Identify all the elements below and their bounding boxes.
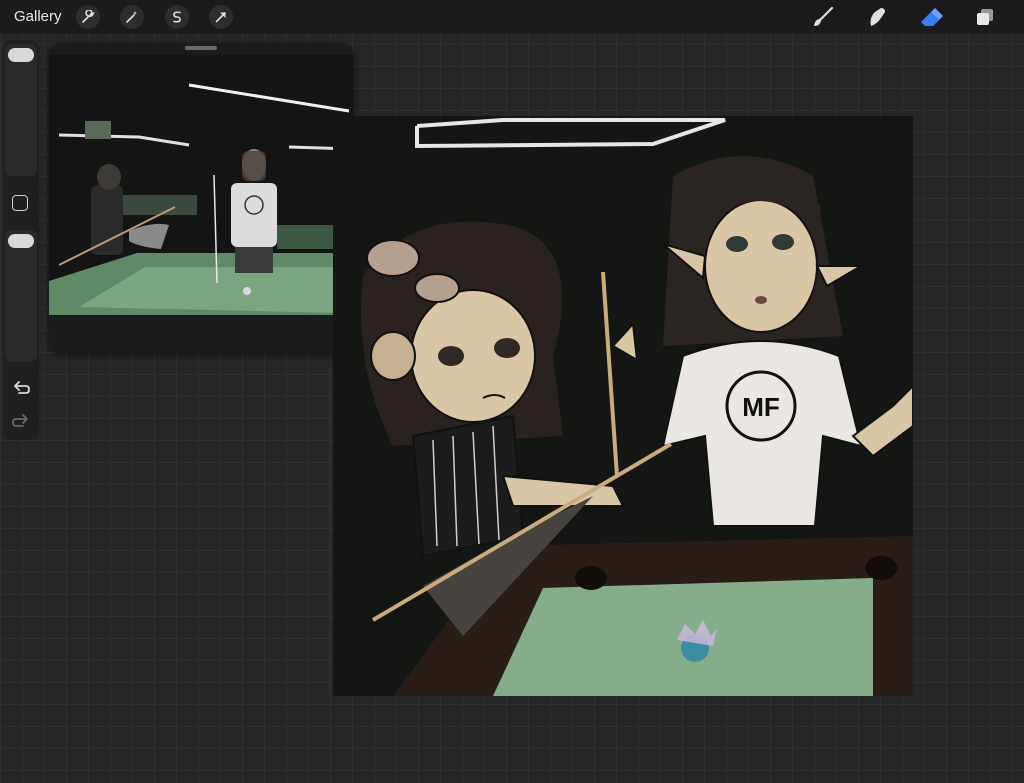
layers-button[interactable]: [972, 5, 998, 29]
eraser-button[interactable]: [918, 5, 944, 29]
undo-icon[interactable]: [11, 380, 31, 396]
magic-wand-icon: [126, 11, 137, 23]
gallery-button[interactable]: Gallery: [14, 8, 62, 25]
opacity-slider[interactable]: [5, 230, 37, 362]
selection-button[interactable]: [165, 5, 189, 29]
layers-icon: [977, 9, 993, 25]
reference-window[interactable]: [49, 43, 353, 353]
opacity-knob[interactable]: [8, 234, 34, 248]
brush-size-slider[interactable]: [5, 44, 37, 176]
modify-button[interactable]: [12, 195, 28, 211]
tshirt-logo: MF: [742, 392, 780, 422]
selection-s-icon: [173, 11, 181, 23]
adjustments-button[interactable]: [120, 5, 144, 29]
eraser-icon: [921, 8, 943, 26]
smudge-icon: [870, 8, 885, 26]
smudge-button[interactable]: [864, 5, 890, 29]
actions-button[interactable]: [76, 5, 100, 29]
drawing-canvas[interactable]: MF: [333, 116, 913, 696]
top-toolbar: Gallery: [0, 0, 1024, 34]
brush-size-knob[interactable]: [8, 48, 34, 62]
transform-arrow-icon: [215, 12, 226, 23]
redo-icon[interactable]: [11, 413, 31, 429]
transform-button[interactable]: [209, 5, 233, 29]
pool-hall-photo: [49, 55, 353, 315]
brush-button[interactable]: [810, 5, 836, 29]
wrench-icon: [82, 10, 95, 23]
left-sidebar: [3, 40, 39, 440]
brush-icon: [814, 6, 834, 26]
reference-drag-handle[interactable]: [185, 46, 217, 50]
